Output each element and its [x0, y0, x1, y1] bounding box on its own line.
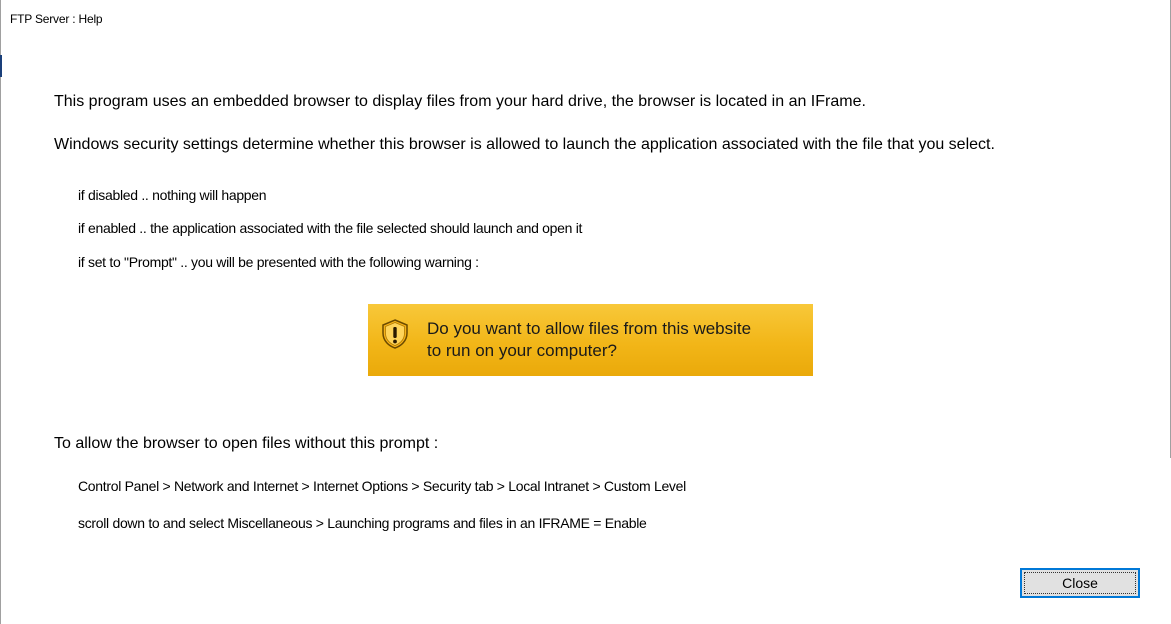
option-disabled: if disabled .. nothing will happen [78, 187, 267, 203]
option-prompt: if set to "Prompt" .. you will be presen… [78, 254, 479, 270]
help-window: FTP Server : Help This program uses an e… [0, 0, 1171, 624]
enable-iframe-step: scroll down to and select Miscellaneous … [78, 515, 647, 531]
window-left-edge [0, 0, 1, 624]
security-note-text: Windows security settings determine whet… [54, 136, 995, 153]
warning-line-1: Do you want to allow files from this web… [427, 319, 752, 338]
warning-banner: Do you want to allow files from this web… [368, 304, 813, 376]
settings-path-step: Control Panel > Network and Internet > I… [78, 478, 686, 494]
allow-heading: To allow the browser to open files witho… [54, 435, 439, 452]
window-title: FTP Server : Help [10, 12, 103, 26]
shield-warning-icon [382, 319, 408, 349]
warning-message: Do you want to allow files from this web… [427, 318, 751, 362]
window-left-accent [0, 55, 2, 77]
close-button[interactable]: Close [1020, 568, 1140, 598]
intro-text: This program uses an embedded browser to… [54, 93, 866, 110]
warning-line-2: to run on your computer? [427, 341, 617, 360]
close-button-label: Close [1024, 572, 1136, 594]
option-enabled: if enabled .. the application associated… [78, 220, 583, 236]
